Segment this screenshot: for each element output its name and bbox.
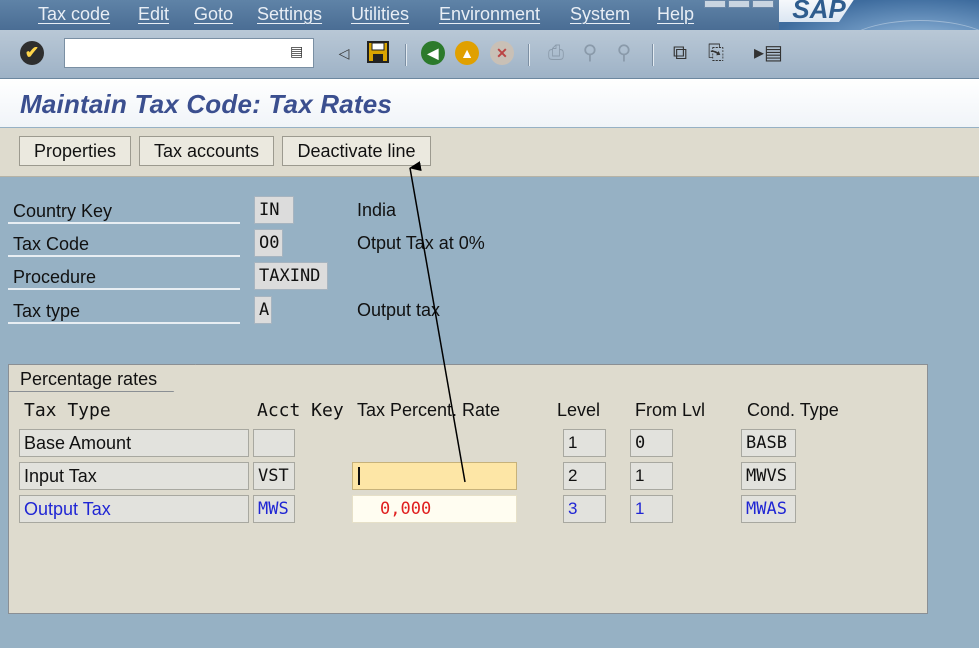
input-tax-rate-field[interactable]: [352, 462, 517, 490]
row-input-tax-level[interactable]: 2: [563, 462, 606, 490]
col-cond-type: Cond. Type: [747, 400, 839, 420]
tax-type-desc: Output tax: [357, 300, 441, 320]
country-key-field[interactable]: IN: [254, 196, 294, 224]
col-acct-key: Acct Key: [257, 400, 344, 421]
tax-type-field[interactable]: A: [254, 296, 272, 324]
cancel-icon[interactable]: ✕: [490, 41, 514, 65]
tax-accounts-button[interactable]: Tax accounts: [139, 136, 274, 166]
row-output-tax-cond-type[interactable]: MWAS: [741, 495, 796, 523]
back-triangle-icon[interactable]: ◁: [332, 41, 356, 65]
check-icon[interactable]: ✔: [20, 41, 44, 65]
row-input-tax-label: Input Tax: [19, 462, 249, 490]
deactivate-line-button[interactable]: Deactivate line: [282, 136, 431, 166]
row-base-amount-acct-key[interactable]: [253, 429, 295, 457]
title-bar: Maintain Tax Code: Tax Rates: [0, 79, 979, 127]
exit-icon[interactable]: ▲: [455, 41, 479, 65]
print-icon[interactable]: ⎙: [544, 41, 568, 65]
row-input-tax-from-lvl[interactable]: 1: [630, 462, 673, 490]
menu-help[interactable]: Help: [657, 4, 694, 25]
application-toolbar: Properties Tax accounts Deactivate line: [0, 128, 979, 177]
text-cursor: [358, 467, 360, 485]
row-base-amount-level[interactable]: 1: [563, 429, 606, 457]
help-icon[interactable]: ▸▤: [754, 41, 783, 65]
output-tax-rate-field[interactable]: 0,000: [352, 495, 517, 523]
row-base-amount-cond-type[interactable]: BASB: [741, 429, 796, 457]
menu-settings[interactable]: Settings: [257, 4, 322, 25]
row-base-amount-label: Base Amount: [19, 429, 249, 457]
col-level: Level: [557, 400, 601, 420]
save-icon[interactable]: [366, 41, 390, 65]
menu-goto[interactable]: Goto: [194, 4, 233, 25]
menu-edit[interactable]: Edit: [138, 4, 169, 25]
sap-logo: SAP: [779, 0, 859, 22]
properties-button[interactable]: Properties: [19, 136, 131, 166]
col-from-lvl: From Lvl: [635, 400, 706, 420]
command-dropdown-icon[interactable]: ▤: [290, 43, 303, 60]
country-key-desc: India: [357, 200, 397, 220]
page-title: Maintain Tax Code: Tax Rates: [20, 89, 393, 119]
command-field[interactable]: [64, 38, 314, 68]
menu-tax-code[interactable]: Tax code: [38, 4, 110, 25]
col-tax-type: Tax Type: [24, 400, 111, 421]
maximize-icon[interactable]: [728, 0, 750, 8]
tax-code-desc: Otput Tax at 0%: [357, 233, 485, 253]
row-base-amount-from-lvl[interactable]: 0: [630, 429, 673, 457]
procedure-label: Procedure: [8, 264, 240, 290]
find-icon[interactable]: ⚲: [578, 41, 602, 65]
row-output-tax-from-lvl[interactable]: 1: [630, 495, 673, 523]
col-tax-percent-rate: Tax Percent. Rate: [357, 400, 501, 420]
create-session-icon[interactable]: ⧉: [668, 41, 692, 65]
menu-environment[interactable]: Environment: [439, 4, 540, 25]
minimize-icon[interactable]: [704, 0, 726, 8]
procedure-field[interactable]: TAXIND: [254, 262, 328, 290]
close-icon[interactable]: [752, 0, 774, 8]
country-key-label: Country Key: [8, 198, 240, 224]
standard-toolbar: ✔ ▤ ◁ ◀ ▲ ✕ ⎙ ⚲ ⚲ ⧉ ⎘ ▸▤: [0, 30, 979, 79]
back-icon[interactable]: ◀: [421, 41, 445, 65]
menu-utilities[interactable]: Utilities: [351, 4, 409, 25]
tax-code-field[interactable]: O0: [254, 229, 283, 257]
row-input-tax-acct-key[interactable]: VST: [253, 462, 295, 490]
row-output-tax-label: Output Tax: [19, 495, 249, 523]
find-next-icon[interactable]: ⚲: [612, 41, 636, 65]
menu-system[interactable]: System: [570, 4, 630, 25]
tax-code-label: Tax Code: [8, 231, 240, 257]
group-title: Percentage rates: [8, 364, 196, 392]
tax-type-label: Tax type: [8, 298, 240, 324]
shortcut-icon[interactable]: ⎘: [704, 41, 728, 65]
row-output-tax-level[interactable]: 3: [563, 495, 606, 523]
row-input-tax-cond-type[interactable]: MWVS: [741, 462, 796, 490]
row-output-tax-acct-key[interactable]: MWS: [253, 495, 295, 523]
